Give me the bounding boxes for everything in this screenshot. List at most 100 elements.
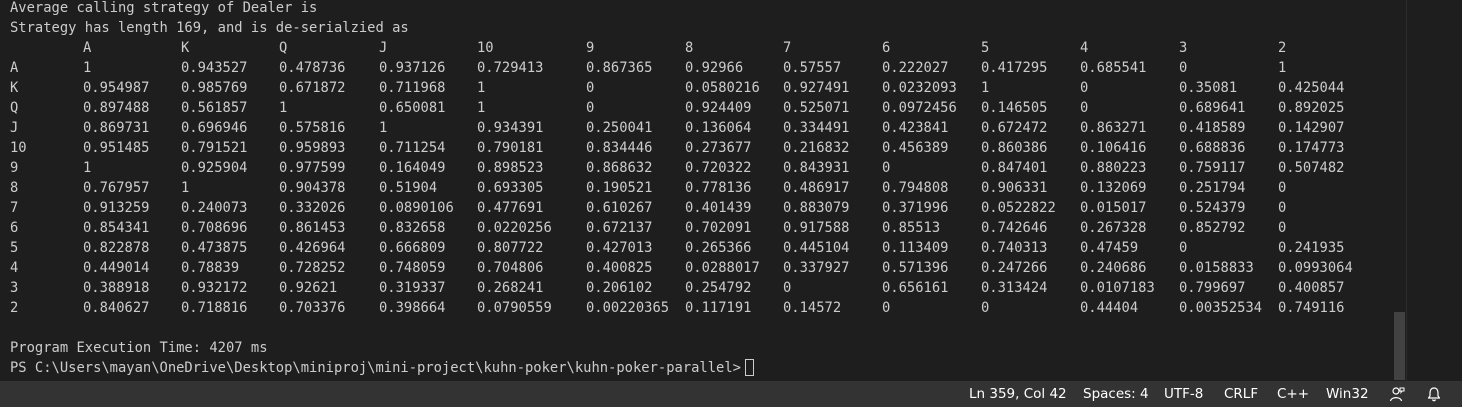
strategy-cell: 0.847401 <box>981 160 1048 176</box>
strategy-cell: 0.00352534 <box>1179 300 1263 316</box>
strategy-cell: 0.791521 <box>181 140 248 156</box>
strategy-cell: 0.689641 <box>1179 100 1246 116</box>
strategy-cell: 0 <box>586 100 595 116</box>
strategy-cell: 0.240686 <box>1080 260 1147 276</box>
strategy-cell: 0.951485 <box>83 140 150 156</box>
strategy-cell: 0.486917 <box>783 180 850 196</box>
column-header: 7 <box>783 40 792 56</box>
column-header: 3 <box>1179 40 1188 56</box>
strategy-cell: 0.525071 <box>783 100 850 116</box>
language-mode[interactable]: C++ <box>1277 381 1309 407</box>
strategy-cell: 0.892025 <box>1278 100 1345 116</box>
strategy-cell: 0.92621 <box>279 280 338 296</box>
strategy-cell: 0 <box>1179 60 1188 76</box>
strategy-cell: 0.561857 <box>181 100 248 116</box>
strategy-cell: 0.703376 <box>279 300 346 316</box>
row-header: K <box>10 80 19 96</box>
strategy-cell: 0.273677 <box>685 140 752 156</box>
column-header: K <box>181 40 190 56</box>
strategy-cell: 0.449014 <box>83 260 150 276</box>
strategy-cell: 1 <box>981 80 990 96</box>
strategy-cell: 0.240073 <box>181 200 248 216</box>
row-header: 8 <box>10 180 19 196</box>
strategy-cell: 0.943527 <box>181 60 248 76</box>
strategy-cell: 0.860386 <box>981 140 1048 156</box>
strategy-cell: 0.0288017 <box>685 260 760 276</box>
strategy-cell: 0.671872 <box>279 80 346 96</box>
strategy-cell: 1 <box>279 100 288 116</box>
strategy-cell: 0.778136 <box>685 180 752 196</box>
strategy-length-line: Strategy has length 169, and is de-seria… <box>10 20 409 36</box>
strategy-cell: 0.507482 <box>1278 160 1345 176</box>
strategy-cell: 0.759117 <box>1179 160 1246 176</box>
strategy-cell: 0.254792 <box>685 280 752 296</box>
strategy-cell: 0.015017 <box>1080 200 1147 216</box>
strategy-cell: 0.794808 <box>882 180 949 196</box>
terminal-panel[interactable]: Average calling strategy of Dealer is St… <box>0 0 1392 381</box>
strategy-cell: 0.904378 <box>279 180 346 196</box>
strategy-cell: 0.371996 <box>882 200 949 216</box>
strategy-cell: 0.959893 <box>279 140 346 156</box>
strategy-cell: 0 <box>1080 80 1089 96</box>
strategy-cell: 0.897488 <box>83 100 150 116</box>
strategy-cell: 0.456389 <box>882 140 949 156</box>
strategy-cell: 0 <box>1179 240 1188 256</box>
strategy-cell: 0.57557 <box>783 60 842 76</box>
strategy-cell: 0 <box>1278 200 1287 216</box>
strategy-cell: 0.720322 <box>685 160 752 176</box>
strategy-cell: 1 <box>83 160 92 176</box>
strategy-cell: 0.132069 <box>1080 180 1147 196</box>
line-ending[interactable]: CRLF <box>1224 381 1258 407</box>
strategy-cell: 0.977599 <box>279 160 346 176</box>
strategy-cell: 0.832658 <box>379 220 446 236</box>
strategy-cell: 0.704806 <box>477 260 544 276</box>
row-header: Q <box>10 100 19 116</box>
strategy-cell: 0.854341 <box>83 220 150 236</box>
strategy-cell: 0.898523 <box>477 160 544 176</box>
prompt-line[interactable]: PS C:\Users\mayan\OneDrive\Desktop\minip… <box>10 358 754 378</box>
platform[interactable]: Win32 <box>1326 381 1369 407</box>
encoding[interactable]: UTF-8 <box>1164 381 1203 407</box>
strategy-cell: 0.388918 <box>83 280 150 296</box>
feedback-person-icon[interactable] <box>1389 386 1405 402</box>
strategy-cell: 0.880223 <box>1080 160 1147 176</box>
strategy-cell: 0.799697 <box>1179 280 1246 296</box>
strategy-cell: 0.250041 <box>586 120 653 136</box>
strategy-cell: 1 <box>477 100 486 116</box>
strategy-cell: 0.401439 <box>685 200 752 216</box>
strategy-cell: 0.840627 <box>83 300 150 316</box>
strategy-cell: 1 <box>181 180 190 196</box>
strategy-cell: 0.571396 <box>882 260 949 276</box>
strategy-cell: 0.142907 <box>1278 120 1345 136</box>
strategy-cell: 0.711968 <box>379 80 446 96</box>
strategy-cell: 0.807722 <box>477 240 544 256</box>
strategy-cell: 0 <box>882 300 891 316</box>
row-header: A <box>10 60 19 76</box>
terminal-cursor[interactable] <box>744 359 754 376</box>
scrollbar-thumb[interactable] <box>1394 312 1405 380</box>
strategy-cell: 0.906331 <box>981 180 1048 196</box>
row-header: J <box>10 120 19 136</box>
strategy-cell: 0.650081 <box>379 100 446 116</box>
strategy-cell: 0.869731 <box>83 120 150 136</box>
strategy-cell: 0.478736 <box>279 60 346 76</box>
strategy-cell: 0.51904 <box>379 180 438 196</box>
strategy-cell: 0.749116 <box>1278 300 1345 316</box>
row-header: 5 <box>10 240 19 256</box>
strategy-cell: 0.00220365 <box>586 300 670 316</box>
strategy-cell: 0.740313 <box>981 240 1048 256</box>
strategy-cell: 0.426964 <box>279 240 346 256</box>
row-header: 9 <box>10 160 19 176</box>
indentation[interactable]: Spaces: 4 <box>1083 381 1149 407</box>
strategy-cell: 0.268241 <box>477 280 544 296</box>
strategy-cell: 0.0158833 <box>1179 260 1254 276</box>
cursor-position[interactable]: Ln 359, Col 42 <box>969 381 1067 407</box>
strategy-cell: 0.790181 <box>477 140 544 156</box>
strategy-cell: 0.164049 <box>379 160 446 176</box>
bell-icon[interactable] <box>1426 386 1442 402</box>
strategy-cell: 0.861453 <box>279 220 346 236</box>
strategy-cell: 0 <box>783 280 792 296</box>
row-header: 6 <box>10 220 19 236</box>
strategy-cell: 0.241935 <box>1278 240 1345 256</box>
strategy-cell: 0.251794 <box>1179 180 1246 196</box>
